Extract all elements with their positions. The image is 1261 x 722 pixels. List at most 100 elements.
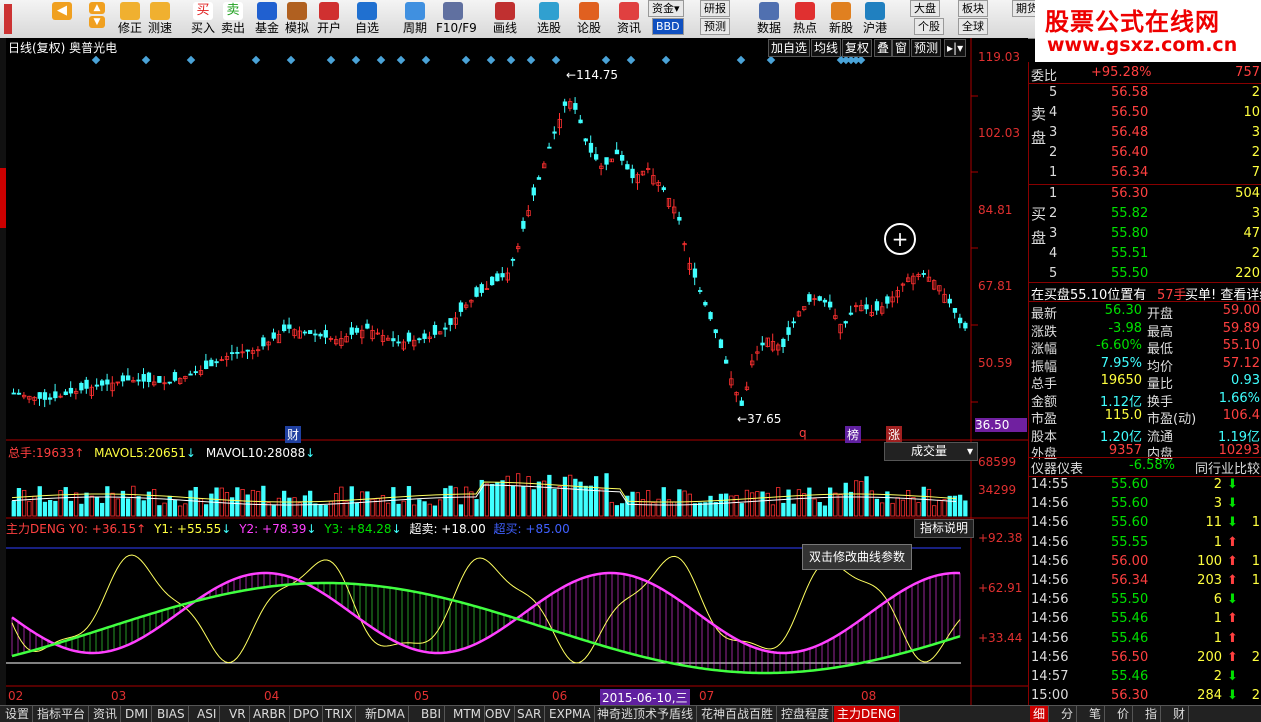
bottom-tab[interactable]: 新DMA (362, 706, 409, 722)
volume-bar (854, 480, 859, 517)
toolbar-button-4[interactable]: 基金 (250, 0, 284, 38)
toolbar-button-9[interactable]: F10/F9 (436, 0, 477, 38)
toolbar-button-12[interactable]: 论股堂 (572, 0, 606, 51)
bottom-tab[interactable]: ASI (194, 706, 221, 722)
tick-time: 14:56 (1031, 515, 1069, 531)
chart-header-button-5[interactable]: 预测 (911, 39, 942, 57)
toolbar-button-10[interactable]: 画线 (488, 0, 522, 38)
toolbar-button-1[interactable]: 测速 (146, 0, 174, 38)
volume-bar (94, 496, 100, 517)
indicator-axis-3: +33.44 (978, 631, 1023, 645)
hot-icon (795, 2, 815, 20)
bottom-tab[interactable]: ARBR (250, 706, 291, 722)
stats-row: 振幅 7.95% 均价 57.12 (1029, 355, 1261, 375)
stat-value: -3.98 (1108, 320, 1142, 336)
bottom-tab[interactable]: DPO (290, 706, 323, 722)
menu-handle[interactable] (0, 0, 18, 38)
volume-bar (489, 484, 495, 517)
rise-marker[interactable]: 涨 (886, 426, 903, 443)
market-button[interactable]: 大盘 (910, 0, 940, 17)
bbd-button[interactable]: BBD (652, 18, 684, 35)
date-tick: 06 (552, 689, 568, 703)
volume-bar (463, 486, 469, 517)
volume-dropdown[interactable]: 成交量 ▾ (884, 442, 978, 461)
bottom-tab[interactable]: 指标平台 (34, 706, 90, 722)
bottom-tab[interactable]: 神奇逃顶术予盾线 (594, 706, 698, 722)
back-button[interactable]: ◀ (44, 0, 80, 38)
toolbar-button-5[interactable]: 模拟 (280, 0, 314, 38)
volume-bar (245, 494, 250, 517)
expand-icon[interactable]: ▸|▾ (944, 39, 967, 57)
candle-body (146, 372, 152, 382)
bottom-tab[interactable]: 主力DENG (834, 706, 901, 722)
volume-bar (385, 502, 391, 517)
candle-body (864, 304, 869, 310)
indicator-tabs: 设置 指标平台 资讯 DMI BIAS ASI VR ARBR DPO TRIX 新DMA BBI MT… (0, 705, 1261, 722)
right-tab[interactable]: 财 (1170, 706, 1190, 722)
volume-bar (209, 493, 214, 517)
finance-marker[interactable]: 财 (285, 426, 302, 443)
volume-bar (333, 493, 339, 517)
level: 2 (1049, 206, 1058, 221)
toolbar-button-label: 数据 (756, 21, 781, 35)
bottom-tab[interactable]: 控盘程度 (778, 706, 834, 722)
up-down-button[interactable]: ▲ ▼ (84, 0, 110, 38)
candle-body (84, 379, 89, 389)
up-arrow-icon: ▲ (89, 2, 105, 14)
toolbar-button-8[interactable]: 周期 (398, 0, 432, 38)
bottom-tab[interactable]: VR (226, 706, 250, 722)
logo-url: www.gsxz.com.cn (1047, 34, 1238, 56)
bottom-tab[interactable]: SAR (514, 706, 546, 722)
chart-header-button-1[interactable]: 均线 (811, 39, 842, 57)
toolbar-button-17[interactable]: 沪港通 (858, 0, 892, 51)
pe-icon (759, 2, 779, 20)
toolbar-button-6[interactable]: 开户 (312, 0, 346, 38)
bottom-tab[interactable]: BIAS (154, 706, 189, 722)
bottom-tab[interactable]: MTM (450, 706, 486, 722)
bottom-tab[interactable]: 设置 (2, 706, 34, 722)
rank-marker[interactable]: 榜 (845, 426, 862, 443)
right-tab[interactable]: 笔 (1086, 706, 1106, 722)
research-button[interactable]: 研报 (700, 0, 730, 17)
toolbar-button-2[interactable]: 买买入 (186, 0, 220, 38)
right-tab[interactable]: 价 (1114, 706, 1134, 722)
volume-bar (16, 488, 22, 517)
toolbar-button-7[interactable]: 自选股 (350, 0, 384, 51)
toolbar-button-15[interactable]: 热点 (788, 0, 822, 38)
candle-body (193, 371, 198, 374)
chart-header-button-0[interactable]: 加自选 (768, 39, 811, 57)
right-tab[interactable]: 分 (1058, 706, 1078, 722)
bottom-tab[interactable]: DMI (122, 706, 153, 722)
toolbar-button-11[interactable]: 选股 (532, 0, 566, 38)
bottom-tab[interactable]: TRIX (322, 706, 357, 722)
marker-icon (91, 55, 101, 65)
toolbar-button-0[interactable]: 修正 (116, 0, 144, 38)
up-arrow-icon: ⬆ (1227, 553, 1238, 569)
fund-dropdown[interactable]: 资金▾ (648, 0, 684, 17)
bottom-tab[interactable]: 花神百战百胜 (698, 706, 778, 722)
bottom-tab[interactable]: EXPMA (546, 706, 595, 722)
toolbar-button-14[interactable]: 数据 (752, 0, 786, 38)
chart-header-button-4[interactable]: 窗 (892, 39, 911, 57)
toolbar-button-16[interactable]: 新股 (824, 0, 858, 38)
bottom-tab[interactable]: OBV (482, 706, 515, 722)
chart-header-button-2[interactable]: 复权 (842, 39, 873, 57)
chart-title: 日线(复权) 奥普光电 (8, 41, 118, 55)
right-tab[interactable]: 细 (1030, 706, 1050, 722)
sector-button[interactable]: 板块 (958, 0, 988, 17)
right-tab[interactable]: 指 (1142, 706, 1162, 722)
toolbar-button-13[interactable]: 资讯 (612, 0, 646, 38)
global-button[interactable]: 全球 (958, 18, 988, 35)
bottom-tab[interactable]: BBI (418, 706, 446, 722)
toolbar-button-3[interactable]: 卖卖出 (216, 0, 250, 38)
q-marker[interactable]: q (799, 426, 807, 440)
bottom-tab[interactable]: 资讯 (90, 706, 122, 722)
stat-value: 0.93 (1231, 373, 1260, 388)
chart-header-button-3[interactable]: 叠 (874, 39, 893, 57)
filter-icon (539, 2, 559, 20)
newstock-icon (831, 2, 851, 20)
forecast-button[interactable]: 预测 (700, 18, 730, 35)
individual-button[interactable]: 个股 (914, 18, 944, 35)
kline-chart[interactable] (6, 38, 1028, 705)
indicator-help-button[interactable]: 指标说明 (914, 519, 974, 538)
